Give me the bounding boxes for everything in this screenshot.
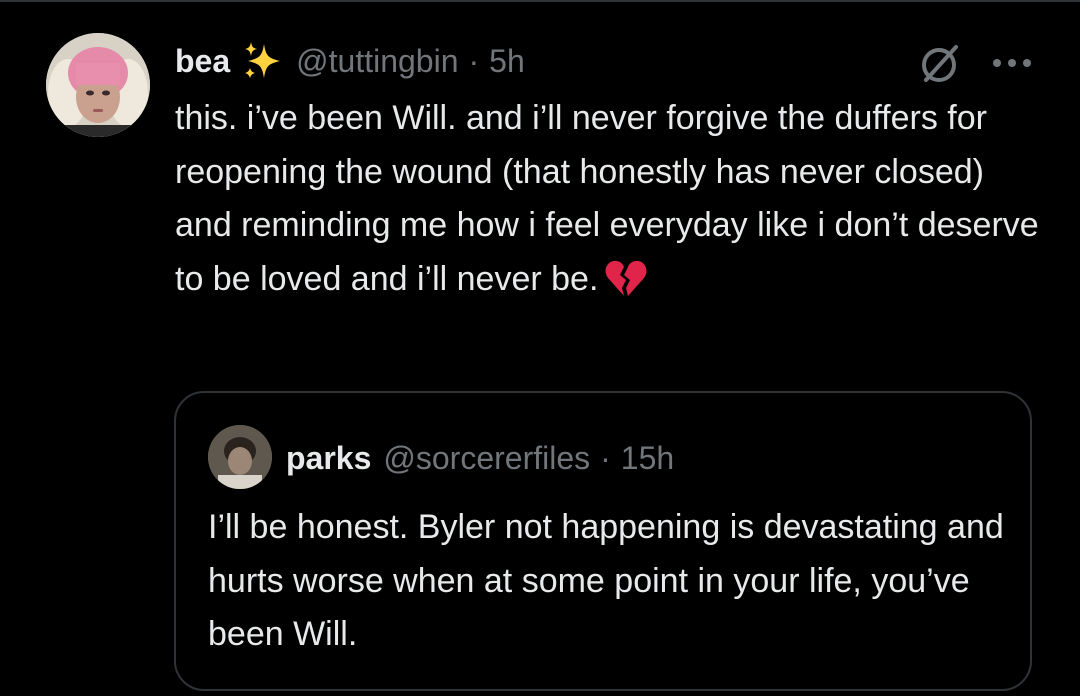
post-timestamp[interactable]: 5h: [489, 43, 525, 80]
quoted-author-avatar[interactable]: [208, 425, 272, 489]
post-text: this. i’ve been Will. and i’ll never for…: [175, 92, 1045, 306]
broken-heart-icon: [604, 258, 648, 298]
sparkles-icon: [242, 40, 284, 82]
post-header: bea @tuttingbin · 5h: [175, 36, 525, 86]
quoted-author-display-name[interactable]: parks: [286, 440, 371, 477]
author-handle[interactable]: @tuttingbin: [296, 43, 458, 80]
quoted-post-header: parks @sorcererfiles · 15h: [286, 433, 674, 483]
more-icon[interactable]: [990, 56, 1034, 70]
author-display-name[interactable]: bea: [175, 43, 230, 80]
quoted-post[interactable]: parks @sorcererfiles · 15h I’ll be hones…: [174, 391, 1032, 691]
quoted-post-text: I’ll be honest. Byler not happening is d…: [208, 508, 1004, 653]
top-divider: [0, 0, 1080, 2]
separator-dot: ·: [468, 42, 480, 79]
separator-dot: ·: [600, 439, 611, 476]
quoted-post-timestamp[interactable]: 15h: [621, 440, 674, 477]
grok-icon[interactable]: [918, 42, 962, 86]
author-avatar[interactable]: [46, 33, 150, 137]
quoted-author-handle[interactable]: @sorcererfiles: [383, 440, 590, 477]
